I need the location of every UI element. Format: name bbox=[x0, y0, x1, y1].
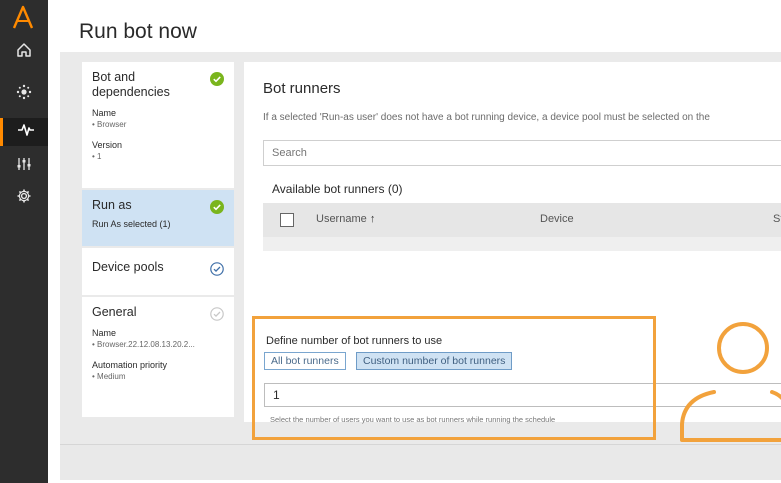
section-title: Bot runners bbox=[263, 80, 341, 97]
column-header-status[interactable]: St bbox=[773, 213, 781, 225]
step-title: General bbox=[92, 305, 137, 319]
home-icon bbox=[16, 42, 32, 63]
step-title: Bot and dependencies bbox=[92, 70, 170, 99]
step-bot-dependencies[interactable]: Bot and dependencies Name • Browser Vers… bbox=[82, 62, 234, 188]
info-note: If a selected 'Run-as user' does not hav… bbox=[263, 112, 710, 123]
priority-label: Automation priority bbox=[92, 360, 168, 370]
select-all-checkbox[interactable] bbox=[280, 213, 294, 227]
column-header-device[interactable]: Device bbox=[540, 213, 574, 225]
manage-icon bbox=[16, 156, 32, 177]
nav-manage[interactable] bbox=[0, 152, 48, 180]
column-header-username[interactable]: Username ↑ bbox=[316, 213, 375, 225]
step-title: Device pools bbox=[92, 260, 164, 274]
name-value: • Browser bbox=[92, 120, 127, 129]
person-icon bbox=[680, 320, 781, 444]
version-label: Version bbox=[92, 140, 123, 150]
name-value: • Browser.22.12.08.13.20.2... bbox=[92, 340, 195, 349]
check-complete-icon bbox=[210, 72, 224, 86]
nav-administration[interactable] bbox=[0, 184, 48, 212]
arrow-up-icon: ↑ bbox=[369, 213, 376, 225]
logo-icon bbox=[11, 4, 35, 30]
activity-icon bbox=[17, 123, 35, 142]
bots-icon bbox=[16, 84, 32, 105]
nav-bots[interactable] bbox=[0, 80, 48, 108]
step-device-pools[interactable]: Device pools bbox=[82, 248, 234, 295]
available-count-label: Available bot runners (0) bbox=[272, 182, 403, 196]
nav-home[interactable] bbox=[0, 38, 48, 66]
run-as-summary: Run As selected (1) bbox=[92, 219, 171, 229]
nav-activity[interactable] bbox=[0, 118, 48, 146]
administration-icon bbox=[16, 188, 32, 209]
check-outline-icon bbox=[210, 262, 224, 276]
version-value: • 1 bbox=[92, 152, 102, 161]
search-input[interactable] bbox=[263, 140, 781, 166]
empty-table-body bbox=[263, 237, 781, 251]
footer-bar bbox=[60, 444, 781, 480]
step-general[interactable]: General Name • Browser.22.12.08.13.20.2.… bbox=[82, 297, 234, 417]
table-header: Username ↑ Device St bbox=[263, 203, 781, 237]
step-run-as[interactable]: Run as Run As selected (1) bbox=[82, 190, 234, 246]
check-complete-icon bbox=[210, 200, 224, 214]
priority-value: • Medium bbox=[92, 372, 126, 381]
page-title: Run bot now bbox=[79, 20, 197, 43]
check-pending-icon bbox=[210, 307, 224, 321]
highlight-box bbox=[252, 316, 656, 440]
step-title: Run as bbox=[92, 198, 132, 212]
nav-rail bbox=[0, 0, 48, 483]
name-label: Name bbox=[92, 108, 117, 118]
name-label: Name bbox=[92, 328, 117, 338]
